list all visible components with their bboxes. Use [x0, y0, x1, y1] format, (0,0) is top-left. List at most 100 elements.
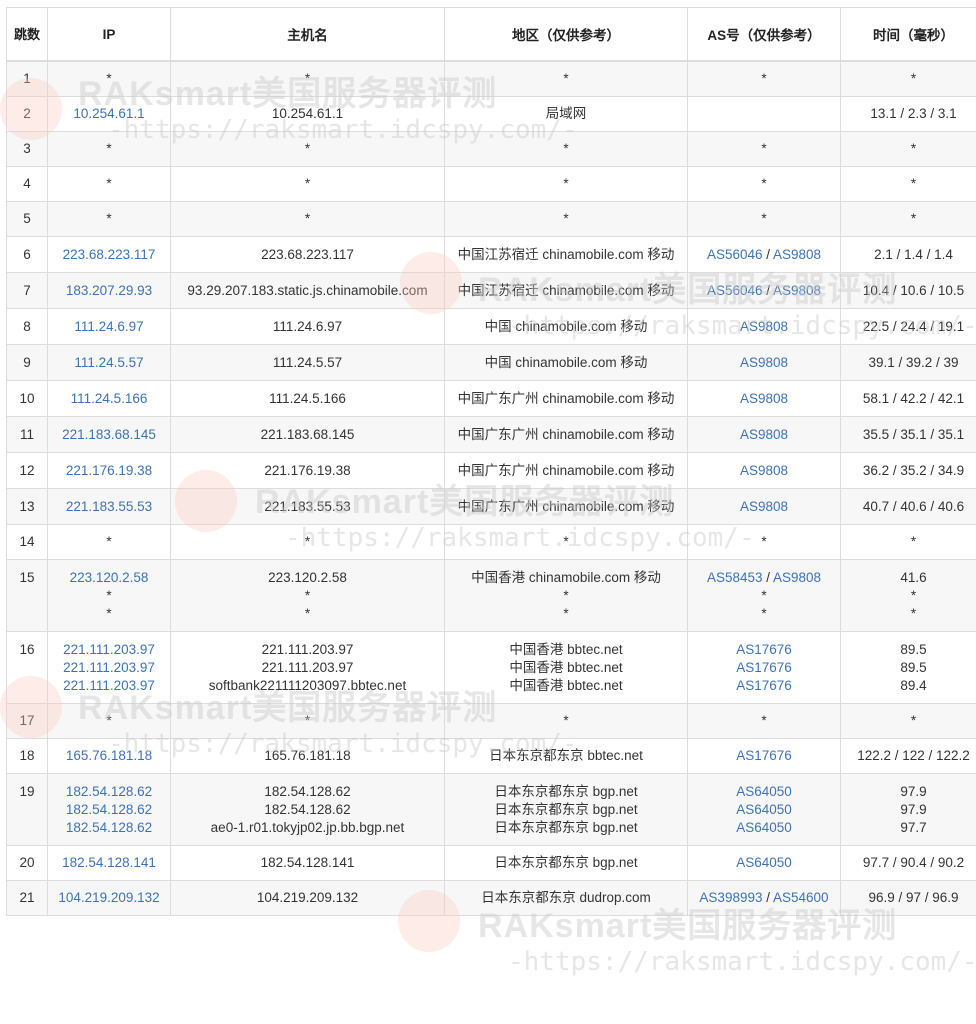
as-separator: /	[762, 890, 773, 905]
ip-link[interactable]: 182.54.128.62	[52, 819, 166, 837]
ip-link[interactable]: 111.24.5.57	[52, 354, 166, 372]
region-text: 日本东京都东京 bgp.net	[494, 820, 638, 835]
ip-link[interactable]: 221.176.19.38	[52, 462, 166, 480]
hostname-cell: 221.111.203.97 221.111.203.97 softbank2211…	[170, 631, 445, 704]
as-link[interactable]: AS64050	[736, 802, 792, 817]
as-text: *	[761, 141, 767, 156]
region-cell: 中国江苏宿迁 chinamobile.com 移动	[444, 236, 688, 273]
hop-cell: 21	[6, 880, 48, 916]
region-text: *	[563, 71, 569, 86]
hostname-text: 223.120.2.58	[268, 570, 347, 585]
hostname-text: 93.29.207.183.static.js.chinamobile.com	[187, 283, 428, 298]
time-cell: 58.1 / 42.2 / 42.1	[840, 380, 976, 417]
as-link[interactable]: AS64050	[736, 855, 792, 870]
time-cell: *	[840, 60, 976, 97]
header-hop: 跳数	[6, 7, 48, 62]
as-line: AS58453 / AS9808	[692, 569, 836, 587]
ip-link[interactable]: 221.183.68.145	[52, 426, 166, 444]
as-line: AS9808	[692, 354, 836, 372]
as-link[interactable]: AS9808	[740, 427, 788, 442]
as-cell: AS64050	[687, 845, 841, 881]
as-link[interactable]: AS9808	[740, 463, 788, 478]
as-link[interactable]: AS9808	[740, 355, 788, 370]
as-link[interactable]: AS56046	[707, 247, 763, 262]
region-text: 日本东京都东京 bgp.net	[494, 855, 638, 870]
ip-link[interactable]: 111.24.6.97	[52, 318, 166, 336]
ip-link[interactable]: 221.111.203.97	[52, 677, 166, 695]
time-text: *	[910, 71, 917, 86]
hostname-cell: 93.29.207.183.static.js.chinamobile.com	[170, 272, 445, 309]
ip-cell: 182.54.128.141	[47, 845, 171, 881]
as-line: *	[692, 70, 836, 88]
as-cell: AS58453 / AS9808 * *	[687, 559, 841, 632]
as-link[interactable]: AS58453	[707, 570, 763, 585]
table-row: 12 221.176.19.38 221.176.19.38 中国广东广州 china…	[6, 452, 976, 489]
as-line: *	[692, 140, 836, 158]
time-text: *	[910, 176, 917, 191]
ip-link[interactable]: 183.207.29.93	[52, 282, 166, 300]
time-text: 2.1 / 1.4 / 1.4	[874, 247, 953, 262]
table-row: 17 * * * * *	[6, 703, 976, 739]
ip-link: *	[106, 176, 112, 191]
table-row: 10 111.24.5.166 111.24.5.166 中国广东广州 chinamo…	[6, 380, 976, 417]
header-region: 地区（仅供参考）	[444, 7, 688, 62]
as-link[interactable]: AS56046	[707, 283, 763, 298]
ip-link[interactable]: 221.111.203.97	[52, 641, 166, 659]
region-text: 日本东京都东京 dudrop.com	[481, 890, 651, 905]
as-link[interactable]: AS64050	[736, 820, 792, 835]
hop-cell: 4	[6, 166, 48, 202]
as-link[interactable]: AS17676	[736, 748, 792, 763]
as-link[interactable]: AS54600	[773, 890, 829, 905]
as-cell: *	[687, 166, 841, 202]
as-link[interactable]: AS17676	[736, 660, 792, 675]
hostname-text: 165.76.181.18	[264, 748, 351, 763]
as-cell: AS9808	[687, 416, 841, 453]
region-cell: 中国 chinamobile.com 移动	[444, 308, 688, 345]
ip-link[interactable]: 182.54.128.141	[52, 854, 166, 872]
region-text: *	[563, 606, 569, 621]
ip-link[interactable]: 221.183.55.53	[52, 498, 166, 516]
ip-cell: 221.183.68.145	[47, 416, 171, 453]
as-cell: AS17676	[687, 738, 841, 774]
as-link[interactable]: AS9808	[773, 247, 821, 262]
ip-link: *	[106, 141, 112, 156]
ip-link[interactable]: 10.254.61.1	[52, 105, 166, 123]
ip-link[interactable]: 223.68.223.117	[52, 246, 166, 264]
as-cell	[687, 96, 841, 132]
region-text: 日本东京都东京 bgp.net	[494, 784, 638, 799]
ip-link[interactable]: 221.111.203.97	[52, 659, 166, 677]
as-link[interactable]: AS17676	[736, 642, 792, 657]
as-text: *	[761, 71, 767, 86]
region-cell: 中国江苏宿迁 chinamobile.com 移动	[444, 272, 688, 309]
as-link[interactable]: AS9808	[740, 391, 788, 406]
table-row: 21 104.219.209.132 104.219.209.132 日本东京都东京 …	[6, 880, 976, 916]
ip-link[interactable]: 223.120.2.58	[52, 569, 166, 587]
as-cell: AS17676 AS17676 AS17676	[687, 631, 841, 704]
as-line: AS9808	[692, 462, 836, 480]
hostname-cell: *	[170, 201, 445, 237]
region-text: 中国香港 bbtec.net	[509, 642, 623, 657]
ip-link[interactable]: 104.219.209.132	[52, 889, 166, 907]
as-link[interactable]: AS9808	[740, 319, 788, 334]
region-text: 中国香港 chinamobile.com 移动	[471, 570, 661, 585]
as-link[interactable]: AS64050	[736, 784, 792, 799]
ip-cell: 221.176.19.38	[47, 452, 171, 489]
ip-link[interactable]: 182.54.128.62	[52, 801, 166, 819]
header-as: AS号（仅供参考）	[687, 7, 841, 62]
region-text: 中国 chinamobile.com 移动	[484, 355, 648, 370]
as-link[interactable]: AS17676	[736, 678, 792, 693]
time-text: *	[910, 713, 917, 728]
ip-link[interactable]: 165.76.181.18	[52, 747, 166, 765]
as-line: AS17676	[692, 641, 836, 659]
as-link[interactable]: AS9808	[773, 283, 821, 298]
ip-link[interactable]: 182.54.128.62	[52, 783, 166, 801]
as-link[interactable]: AS398993	[699, 890, 762, 905]
watermark-url: -https://raksmart.idcspy.com/-	[508, 947, 976, 977]
time-cell: 13.1 / 2.3 / 3.1	[840, 96, 976, 132]
time-cell: *	[840, 524, 976, 560]
as-link[interactable]: AS9808	[773, 570, 821, 585]
ip-link[interactable]: 111.24.5.166	[52, 390, 166, 408]
time-cell: 97.9 97.9 97.7	[840, 773, 976, 846]
as-line: AS56046 / AS9808	[692, 246, 836, 264]
as-link[interactable]: AS9808	[740, 499, 788, 514]
